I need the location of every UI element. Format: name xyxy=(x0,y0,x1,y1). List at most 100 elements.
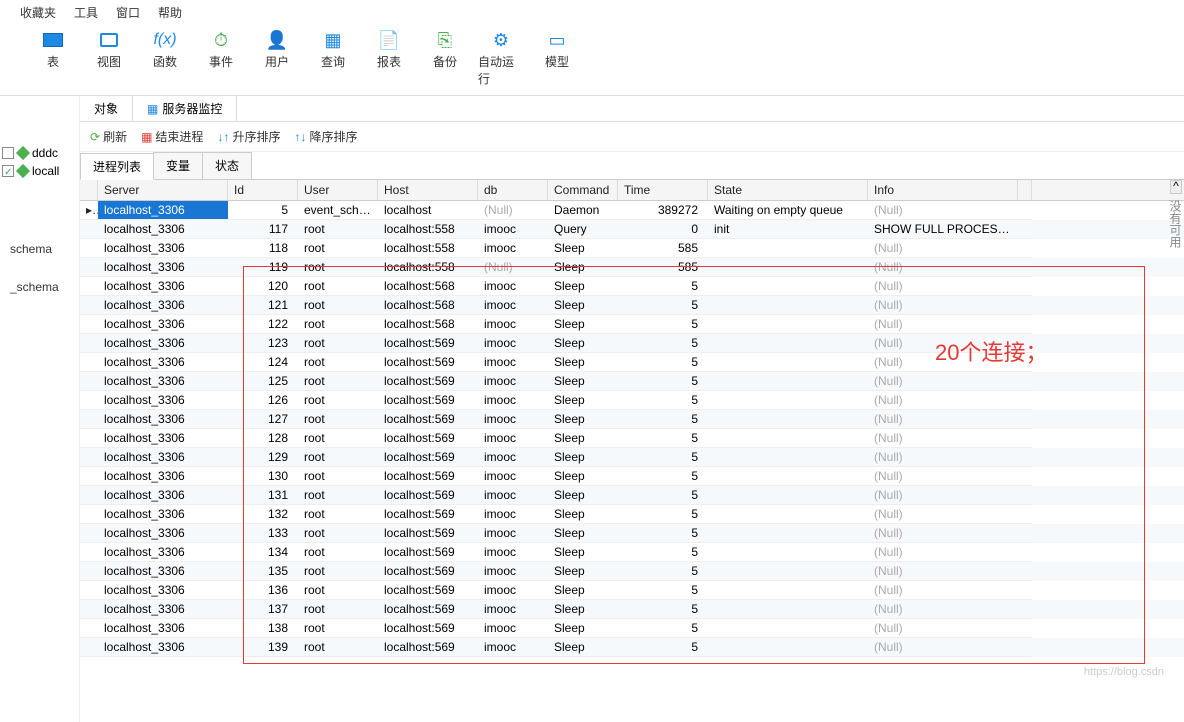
row-indicator-icon xyxy=(80,258,98,277)
column-header[interactable] xyxy=(1018,180,1032,200)
autorun-icon: ⚙ xyxy=(490,29,512,51)
table-row[interactable]: localhost_3306 136 root localhost:569 im… xyxy=(80,581,1184,600)
toolbar-func[interactable]: f(x)函数 xyxy=(142,29,188,87)
table-row[interactable]: localhost_3306 129 root localhost:569 im… xyxy=(80,448,1184,467)
table-row[interactable]: localhost_3306 117 root localhost:558 im… xyxy=(80,220,1184,239)
column-header[interactable]: db xyxy=(478,180,548,200)
row-indicator-icon xyxy=(80,524,98,543)
table-row[interactable]: localhost_3306 137 root localhost:569 im… xyxy=(80,600,1184,619)
toolbar-autorun[interactable]: ⚙自动运行 xyxy=(478,29,524,87)
table-row[interactable]: localhost_3306 135 root localhost:569 im… xyxy=(80,562,1184,581)
menu-favorites[interactable]: 收藏夹 xyxy=(20,4,56,21)
row-indicator-icon xyxy=(80,353,98,372)
backup-icon: ⎘ xyxy=(434,29,456,51)
column-header[interactable]: Command xyxy=(548,180,618,200)
table-row[interactable]: localhost_3306 126 root localhost:569 im… xyxy=(80,391,1184,410)
table-row[interactable]: localhost_3306 128 root localhost:569 im… xyxy=(80,429,1184,448)
table-row[interactable]: localhost_3306 138 root localhost:569 im… xyxy=(80,619,1184,638)
table-row[interactable]: localhost_3306 119 root localhost:558 (N… xyxy=(80,258,1184,277)
column-header[interactable]: Id xyxy=(228,180,298,200)
scroll-up-icon[interactable]: ^ xyxy=(1170,180,1182,194)
main-toolbar: 表视图f(x)函数⏱事件👤用户▦查询📄报表⎘备份⚙自动运行▭模型 xyxy=(0,25,1184,96)
event-icon: ⏱ xyxy=(210,29,232,51)
tab-process-list[interactable]: 进程列表 xyxy=(80,153,154,180)
toolbar-view[interactable]: 视图 xyxy=(86,29,132,87)
report-icon: 📄 xyxy=(378,29,400,51)
sort-desc-button[interactable]: ↑↓降序排序 xyxy=(294,128,357,145)
tab-server-monitor[interactable]: ▦服务器监控 xyxy=(133,96,237,121)
tab-objects[interactable]: 对象 xyxy=(80,96,133,121)
checkbox-icon[interactable] xyxy=(2,147,14,159)
query-icon: ▦ xyxy=(322,29,344,51)
table-row[interactable]: localhost_3306 131 root localhost:569 im… xyxy=(80,486,1184,505)
sub-tabs: 进程列表 变量 状态 xyxy=(80,152,1184,180)
database-icon xyxy=(16,146,30,160)
table-row[interactable]: localhost_3306 132 root localhost:569 im… xyxy=(80,505,1184,524)
row-indicator-icon xyxy=(80,391,98,410)
column-header[interactable] xyxy=(80,180,98,200)
toolbar-report[interactable]: 📄报表 xyxy=(366,29,412,87)
sort-asc-button[interactable]: ↓↑升序排序 xyxy=(217,128,280,145)
process-grid: ServerIdUserHostdbCommandTimeStateInfo ▸… xyxy=(80,180,1184,657)
grid-header: ServerIdUserHostdbCommandTimeStateInfo xyxy=(80,180,1184,201)
action-bar: ⟳刷新 ▦结束进程 ↓↑升序排序 ↑↓降序排序 xyxy=(80,122,1184,152)
checkbox-icon[interactable] xyxy=(2,165,14,177)
row-indicator-icon xyxy=(80,467,98,486)
menu-help[interactable]: 帮助 xyxy=(158,4,182,21)
table-row[interactable]: localhost_3306 123 root localhost:569 im… xyxy=(80,334,1184,353)
table-row[interactable]: localhost_3306 120 root localhost:568 im… xyxy=(80,277,1184,296)
right-panel-text: 没有可用 xyxy=(1167,200,1184,248)
tab-variables[interactable]: 变量 xyxy=(153,152,203,179)
toolbar-query[interactable]: ▦查询 xyxy=(310,29,356,87)
top-tabs: 对象 ▦服务器监控 xyxy=(80,96,1184,122)
column-header[interactable]: State xyxy=(708,180,868,200)
menu-tools[interactable]: 工具 xyxy=(74,4,98,21)
row-indicator-icon xyxy=(80,600,98,619)
tab-status[interactable]: 状态 xyxy=(202,152,252,179)
row-indicator-icon xyxy=(80,448,98,467)
schema-item[interactable]: schema xyxy=(2,240,77,258)
menu-window[interactable]: 窗口 xyxy=(116,4,140,21)
column-header[interactable]: Time xyxy=(618,180,708,200)
table-row[interactable]: localhost_3306 122 root localhost:568 im… xyxy=(80,315,1184,334)
row-indicator-icon xyxy=(80,429,98,448)
table-row[interactable]: localhost_3306 133 root localhost:569 im… xyxy=(80,524,1184,543)
db-item[interactable]: dddc xyxy=(2,144,77,162)
column-header[interactable]: Info xyxy=(868,180,1018,200)
column-header[interactable]: Host xyxy=(378,180,478,200)
toolbar-backup[interactable]: ⎘备份 xyxy=(422,29,468,87)
table-row[interactable]: localhost_3306 125 root localhost:569 im… xyxy=(80,372,1184,391)
table-row[interactable]: localhost_3306 118 root localhost:558 im… xyxy=(80,239,1184,258)
row-indicator-icon xyxy=(80,334,98,353)
row-indicator-icon: ▸ xyxy=(80,201,98,220)
column-header[interactable]: Server xyxy=(98,180,228,200)
toolbar-table[interactable]: 表 xyxy=(30,29,76,87)
refresh-button[interactable]: ⟳刷新 xyxy=(90,128,127,145)
row-indicator-icon xyxy=(80,277,98,296)
column-header[interactable]: User xyxy=(298,180,378,200)
row-indicator-icon xyxy=(80,372,98,391)
row-indicator-icon xyxy=(80,638,98,657)
table-row[interactable]: localhost_3306 121 root localhost:568 im… xyxy=(80,296,1184,315)
row-indicator-icon xyxy=(80,220,98,239)
func-icon: f(x) xyxy=(154,29,176,51)
sidebar: dddclocall schema _schema xyxy=(0,96,80,722)
toolbar-user[interactable]: 👤用户 xyxy=(254,29,300,87)
table-row[interactable]: localhost_3306 127 root localhost:569 im… xyxy=(80,410,1184,429)
row-indicator-icon xyxy=(80,505,98,524)
row-indicator-icon xyxy=(80,315,98,334)
table-row[interactable]: localhost_3306 124 root localhost:569 im… xyxy=(80,353,1184,372)
table-row[interactable]: localhost_3306 130 root localhost:569 im… xyxy=(80,467,1184,486)
toolbar-event[interactable]: ⏱事件 xyxy=(198,29,244,87)
row-indicator-icon xyxy=(80,562,98,581)
schema-item[interactable]: _schema xyxy=(2,278,77,296)
toolbar-model[interactable]: ▭模型 xyxy=(534,29,580,87)
table-row[interactable]: localhost_3306 134 root localhost:569 im… xyxy=(80,543,1184,562)
table-row[interactable]: localhost_3306 139 root localhost:569 im… xyxy=(80,638,1184,657)
db-item[interactable]: locall xyxy=(2,162,77,180)
kill-process-button[interactable]: ▦结束进程 xyxy=(141,128,203,145)
table-row[interactable]: ▸ localhost_3306 5 event_schedu localhos… xyxy=(80,201,1184,220)
model-icon: ▭ xyxy=(546,29,568,51)
row-indicator-icon xyxy=(80,410,98,429)
watermark: https://blog.csdn xyxy=(1084,666,1164,678)
